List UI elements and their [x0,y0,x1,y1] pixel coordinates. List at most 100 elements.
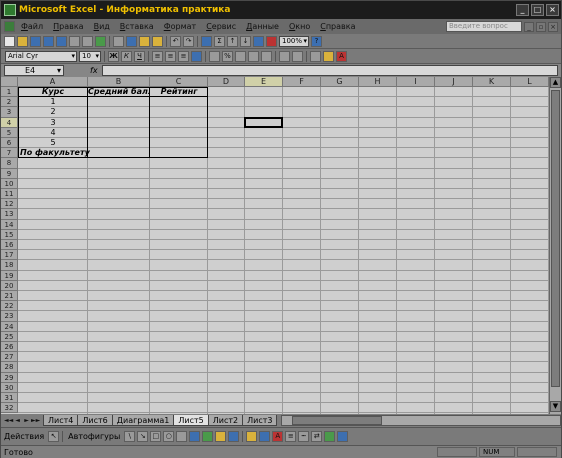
permission-icon[interactable] [43,35,54,47]
fill-icon[interactable] [246,431,258,442]
row-header-22[interactable]: 22 [1,301,18,312]
cell-a3[interactable]: 2 [18,107,88,117]
last-sheet-icon[interactable]: ►► [31,416,40,425]
row-header-21[interactable]: 21 [1,291,18,302]
menu-edit[interactable]: Правка [48,22,88,31]
select-all-corner[interactable] [1,77,18,87]
column-header-k[interactable]: K [473,77,511,87]
row-header-26[interactable]: 26 [1,342,18,353]
row-header-15[interactable]: 15 [1,229,18,240]
fx-icon[interactable]: fx [90,66,98,75]
copy-icon[interactable] [126,35,137,47]
help-search-input[interactable]: Введите вопрос [446,21,522,32]
row-header-14[interactable]: 14 [1,219,18,230]
menu-tools[interactable]: Сервис [201,22,241,31]
bold-button[interactable]: Ж [108,50,119,62]
row-header-8[interactable]: 8 [1,158,18,169]
column-header-l[interactable]: L [511,77,549,87]
sort-desc-icon[interactable]: ↓ [240,35,251,47]
new-icon[interactable] [4,35,15,47]
horizontal-scrollbar[interactable] [281,415,561,426]
underline-button[interactable]: Ч [134,50,145,62]
spelling-icon[interactable] [95,35,106,47]
line-icon[interactable]: \ [124,431,136,442]
percent-icon[interactable]: % [222,50,233,62]
row-header-3[interactable]: 3 [1,107,18,118]
font-color-icon[interactable]: A [336,50,347,62]
increase-decimal-icon[interactable] [248,50,259,62]
cell-a5[interactable]: 4 [18,128,88,138]
font-name-select[interactable]: Arial Cyr [5,50,77,62]
shadow-icon[interactable] [324,431,336,442]
decrease-indent-icon[interactable] [279,50,290,62]
line-style-icon[interactable]: ≡ [285,431,297,442]
menu-data[interactable]: Данные [241,22,284,31]
undo-icon[interactable]: ↶ [170,35,181,47]
open-icon[interactable] [17,35,28,47]
row-header-20[interactable]: 20 [1,280,18,291]
cell-a2[interactable]: 1 [18,97,88,107]
draw-actions-menu[interactable]: Действия [1,432,47,441]
paste-icon[interactable] [139,35,150,47]
save-icon[interactable] [30,35,41,47]
row-header-17[interactable]: 17 [1,250,18,261]
redo-icon[interactable]: ↷ [183,35,194,47]
align-right-icon[interactable]: ≡ [178,50,189,62]
row-header-32[interactable]: 32 [1,403,18,414]
row-header-6[interactable]: 6 [1,138,18,149]
row-header-29[interactable]: 29 [1,372,18,383]
row-header-12[interactable]: 12 [1,199,18,210]
menu-format[interactable]: Формат [159,22,201,31]
menu-help[interactable]: Справка [315,22,360,31]
diagram-icon[interactable] [202,431,214,442]
first-sheet-icon[interactable]: ◄◄ [4,416,13,425]
borders-icon[interactable] [310,50,321,62]
horizontal-scroll-thumb[interactable] [292,416,383,425]
column-header-e[interactable]: E [245,77,283,87]
column-header-b[interactable]: B [88,77,150,87]
workbook-icon[interactable] [4,21,15,32]
rectangle-icon[interactable]: □ [150,431,162,442]
prev-sheet-icon[interactable]: ◄ [13,416,22,425]
minimize-button[interactable]: _ [516,4,529,16]
next-sheet-icon[interactable]: ► [22,416,31,425]
oval-icon[interactable]: ○ [163,431,175,442]
column-header-f[interactable]: F [283,77,321,87]
column-header-g[interactable]: G [321,77,359,87]
increase-indent-icon[interactable] [292,50,303,62]
sheet-tab[interactable]: Лист2 [207,415,244,426]
fill-color-icon[interactable] [323,50,334,62]
menu-window[interactable]: Окно [284,22,315,31]
column-header-h[interactable]: H [359,77,397,87]
dash-style-icon[interactable]: ┅ [298,431,310,442]
name-box[interactable]: E4 [4,65,64,76]
worksheet-grid[interactable]: ABCDEFGHIJKL 1 2 3 4 5 6 7 8 9 10 11 12 13 14 15 16 17 18… [1,77,549,414]
sheet-tab-active[interactable]: Лист5 [173,415,209,426]
row-header-16[interactable]: 16 [1,240,18,251]
email-icon[interactable] [56,35,67,47]
sort-asc-icon[interactable]: ↑ [227,35,238,47]
menu-file[interactable]: Файл [16,22,48,31]
row-header-1[interactable]: 1 [1,87,18,98]
vertical-scroll-thumb[interactable] [551,90,560,387]
sheet-tab[interactable]: Диаграмма1 [111,415,175,426]
sheet-tab[interactable]: Лист6 [77,415,113,426]
textbox-icon[interactable] [176,431,188,442]
row-header-2[interactable]: 2 [1,97,18,108]
row-header-9[interactable]: 9 [1,168,18,179]
doc-restore-button[interactable]: ▫ [536,21,546,32]
row-header-23[interactable]: 23 [1,311,18,322]
print-icon[interactable] [69,35,80,47]
3d-icon[interactable] [337,431,349,442]
picture-icon[interactable] [228,431,240,442]
row-header-27[interactable]: 27 [1,352,18,363]
doc-minimize-button[interactable]: _ [524,21,534,32]
row-header-25[interactable]: 25 [1,331,18,342]
close-button[interactable]: × [546,4,559,16]
row-header-13[interactable]: 13 [1,209,18,220]
active-cell-e4[interactable] [244,116,283,128]
row-header-10[interactable]: 10 [1,178,18,189]
drawing-icon[interactable] [266,35,277,47]
menu-insert[interactable]: Вставка [115,22,159,31]
arrow-style-icon[interactable]: ⇄ [311,431,323,442]
